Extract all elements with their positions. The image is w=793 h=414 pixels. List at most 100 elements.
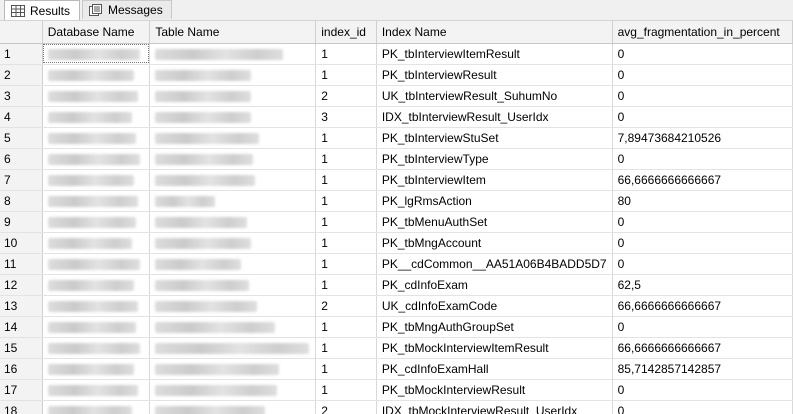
tab-results[interactable]: Results [4,0,80,20]
table-row[interactable]: 12 1 PK_cdInfoExam 62,5 [0,274,793,296]
database-name-cell[interactable] [42,127,151,149]
index-id-cell[interactable]: 2 [315,85,377,107]
table-name-cell[interactable] [149,232,317,254]
table-row[interactable]: 13 2 UK_cdInfoExamCode 66,6666666666667 [0,295,793,317]
database-name-cell[interactable] [42,274,151,296]
table-row[interactable]: 18 2 IDX_tbMockInterviewResult_UserIdx 0 [0,400,793,414]
fragmentation-cell[interactable]: 0 [612,64,793,86]
database-name-cell[interactable] [42,337,151,359]
table-name-cell[interactable] [149,127,317,149]
column-header-database-name[interactable]: Database Name [42,21,151,44]
fragmentation-cell[interactable]: 0 [612,253,793,275]
fragmentation-cell[interactable]: 66,6666666666667 [612,337,793,359]
table-row[interactable]: 2 1 PK_tbInterviewResult 0 [0,64,793,86]
row-number-cell[interactable]: 16 [0,358,43,380]
table-row[interactable]: 8 1 PK_lgRmsAction 80 [0,190,793,212]
index-id-cell[interactable]: 1 [315,169,377,191]
table-row[interactable]: 17 1 PK_tbMockInterviewResult 0 [0,379,793,401]
database-name-cell[interactable] [42,253,151,275]
fragmentation-cell[interactable]: 66,6666666666667 [612,169,793,191]
index-name-cell[interactable]: PK_cdInfoExam [376,274,613,296]
table-name-cell[interactable] [149,400,317,414]
table-name-cell[interactable] [149,358,317,380]
row-number-cell[interactable]: 13 [0,295,43,317]
index-name-cell[interactable]: PK_tbInterviewResult [376,64,613,86]
row-number-cell[interactable]: 4 [0,106,43,128]
table-row[interactable]: 6 1 PK_tbInterviewType 0 [0,148,793,170]
row-number-header[interactable] [0,21,43,44]
row-number-cell[interactable]: 17 [0,379,43,401]
index-name-cell[interactable]: PK_tbMockInterviewResult [376,379,613,401]
index-name-cell[interactable]: UK_tbInterviewResult_SuhumNo [376,85,613,107]
table-name-cell[interactable] [149,169,317,191]
index-name-cell[interactable]: PK_cdInfoExamHall [376,358,613,380]
index-id-cell[interactable]: 1 [315,358,377,380]
index-name-cell[interactable]: PK_tbInterviewItem [376,169,613,191]
table-name-cell[interactable] [149,190,317,212]
fragmentation-cell[interactable]: 62,5 [612,274,793,296]
database-name-cell[interactable] [42,358,151,380]
index-name-cell[interactable]: UK_cdInfoExamCode [376,295,613,317]
table-row[interactable]: 14 1 PK_tbMngAuthGroupSet 0 [0,316,793,338]
index-id-cell[interactable]: 1 [315,316,377,338]
fragmentation-cell[interactable]: 0 [612,148,793,170]
table-name-cell[interactable] [149,295,317,317]
table-name-cell[interactable] [149,148,317,170]
fragmentation-cell[interactable]: 0 [612,43,793,65]
index-id-cell[interactable]: 1 [315,379,377,401]
table-name-cell[interactable] [149,253,317,275]
database-name-cell[interactable] [42,232,151,254]
fragmentation-cell[interactable]: 0 [612,232,793,254]
table-name-cell[interactable] [149,106,317,128]
column-header-avg-fragmentation[interactable]: avg_fragmentation_in_percent [612,21,793,44]
database-name-cell[interactable] [42,148,151,170]
row-number-cell[interactable]: 9 [0,211,43,233]
index-name-cell[interactable]: PK_tbMngAccount [376,232,613,254]
index-name-cell[interactable]: PK_tbInterviewType [376,148,613,170]
database-name-cell[interactable] [42,43,151,65]
index-name-cell[interactable]: PK_tbInterviewItemResult [376,43,613,65]
index-name-cell[interactable]: PK_tbMockInterviewItemResult [376,337,613,359]
row-number-cell[interactable]: 15 [0,337,43,359]
index-id-cell[interactable]: 1 [315,148,377,170]
fragmentation-cell[interactable]: 0 [612,211,793,233]
table-row[interactable]: 5 1 PK_tbInterviewStuSet 7,89473684210526 [0,127,793,149]
database-name-cell[interactable] [42,379,151,401]
index-id-cell[interactable]: 2 [315,295,377,317]
fragmentation-cell[interactable]: 7,89473684210526 [612,127,793,149]
index-id-cell[interactable]: 1 [315,43,377,65]
table-row[interactable]: 1 1 PK_tbInterviewItemResult 0 [0,43,793,65]
index-id-cell[interactable]: 1 [315,211,377,233]
row-number-cell[interactable]: 8 [0,190,43,212]
table-name-cell[interactable] [149,316,317,338]
database-name-cell[interactable] [42,64,151,86]
column-header-index-id[interactable]: index_id [315,21,377,44]
fragmentation-cell[interactable]: 0 [612,379,793,401]
table-row[interactable]: 11 1 PK__cdCommon__AA51A06B4BADD5D7 0 [0,253,793,275]
database-name-cell[interactable] [42,85,151,107]
fragmentation-cell[interactable]: 66,6666666666667 [612,295,793,317]
fragmentation-cell[interactable]: 0 [612,316,793,338]
table-row[interactable]: 3 2 UK_tbInterviewResult_SuhumNo 0 [0,85,793,107]
index-name-cell[interactable]: PK_tbMenuAuthSet [376,211,613,233]
index-id-cell[interactable]: 1 [315,127,377,149]
row-number-cell[interactable]: 14 [0,316,43,338]
fragmentation-cell[interactable]: 80 [612,190,793,212]
database-name-cell[interactable] [42,316,151,338]
index-name-cell[interactable]: IDX_tbInterviewResult_UserIdx [376,106,613,128]
row-number-cell[interactable]: 7 [0,169,43,191]
row-number-cell[interactable]: 1 [0,43,43,65]
tab-messages[interactable]: Messages [82,0,172,19]
column-header-table-name[interactable]: Table Name [149,21,317,44]
table-name-cell[interactable] [149,85,317,107]
index-id-cell[interactable]: 1 [315,190,377,212]
index-name-cell[interactable]: PK_lgRmsAction [376,190,613,212]
index-id-cell[interactable]: 2 [315,400,377,414]
database-name-cell[interactable] [42,211,151,233]
table-name-cell[interactable] [149,274,317,296]
index-id-cell[interactable]: 1 [315,337,377,359]
database-name-cell[interactable] [42,106,151,128]
row-number-cell[interactable]: 2 [0,64,43,86]
index-id-cell[interactable]: 1 [315,253,377,275]
table-name-cell[interactable] [149,211,317,233]
